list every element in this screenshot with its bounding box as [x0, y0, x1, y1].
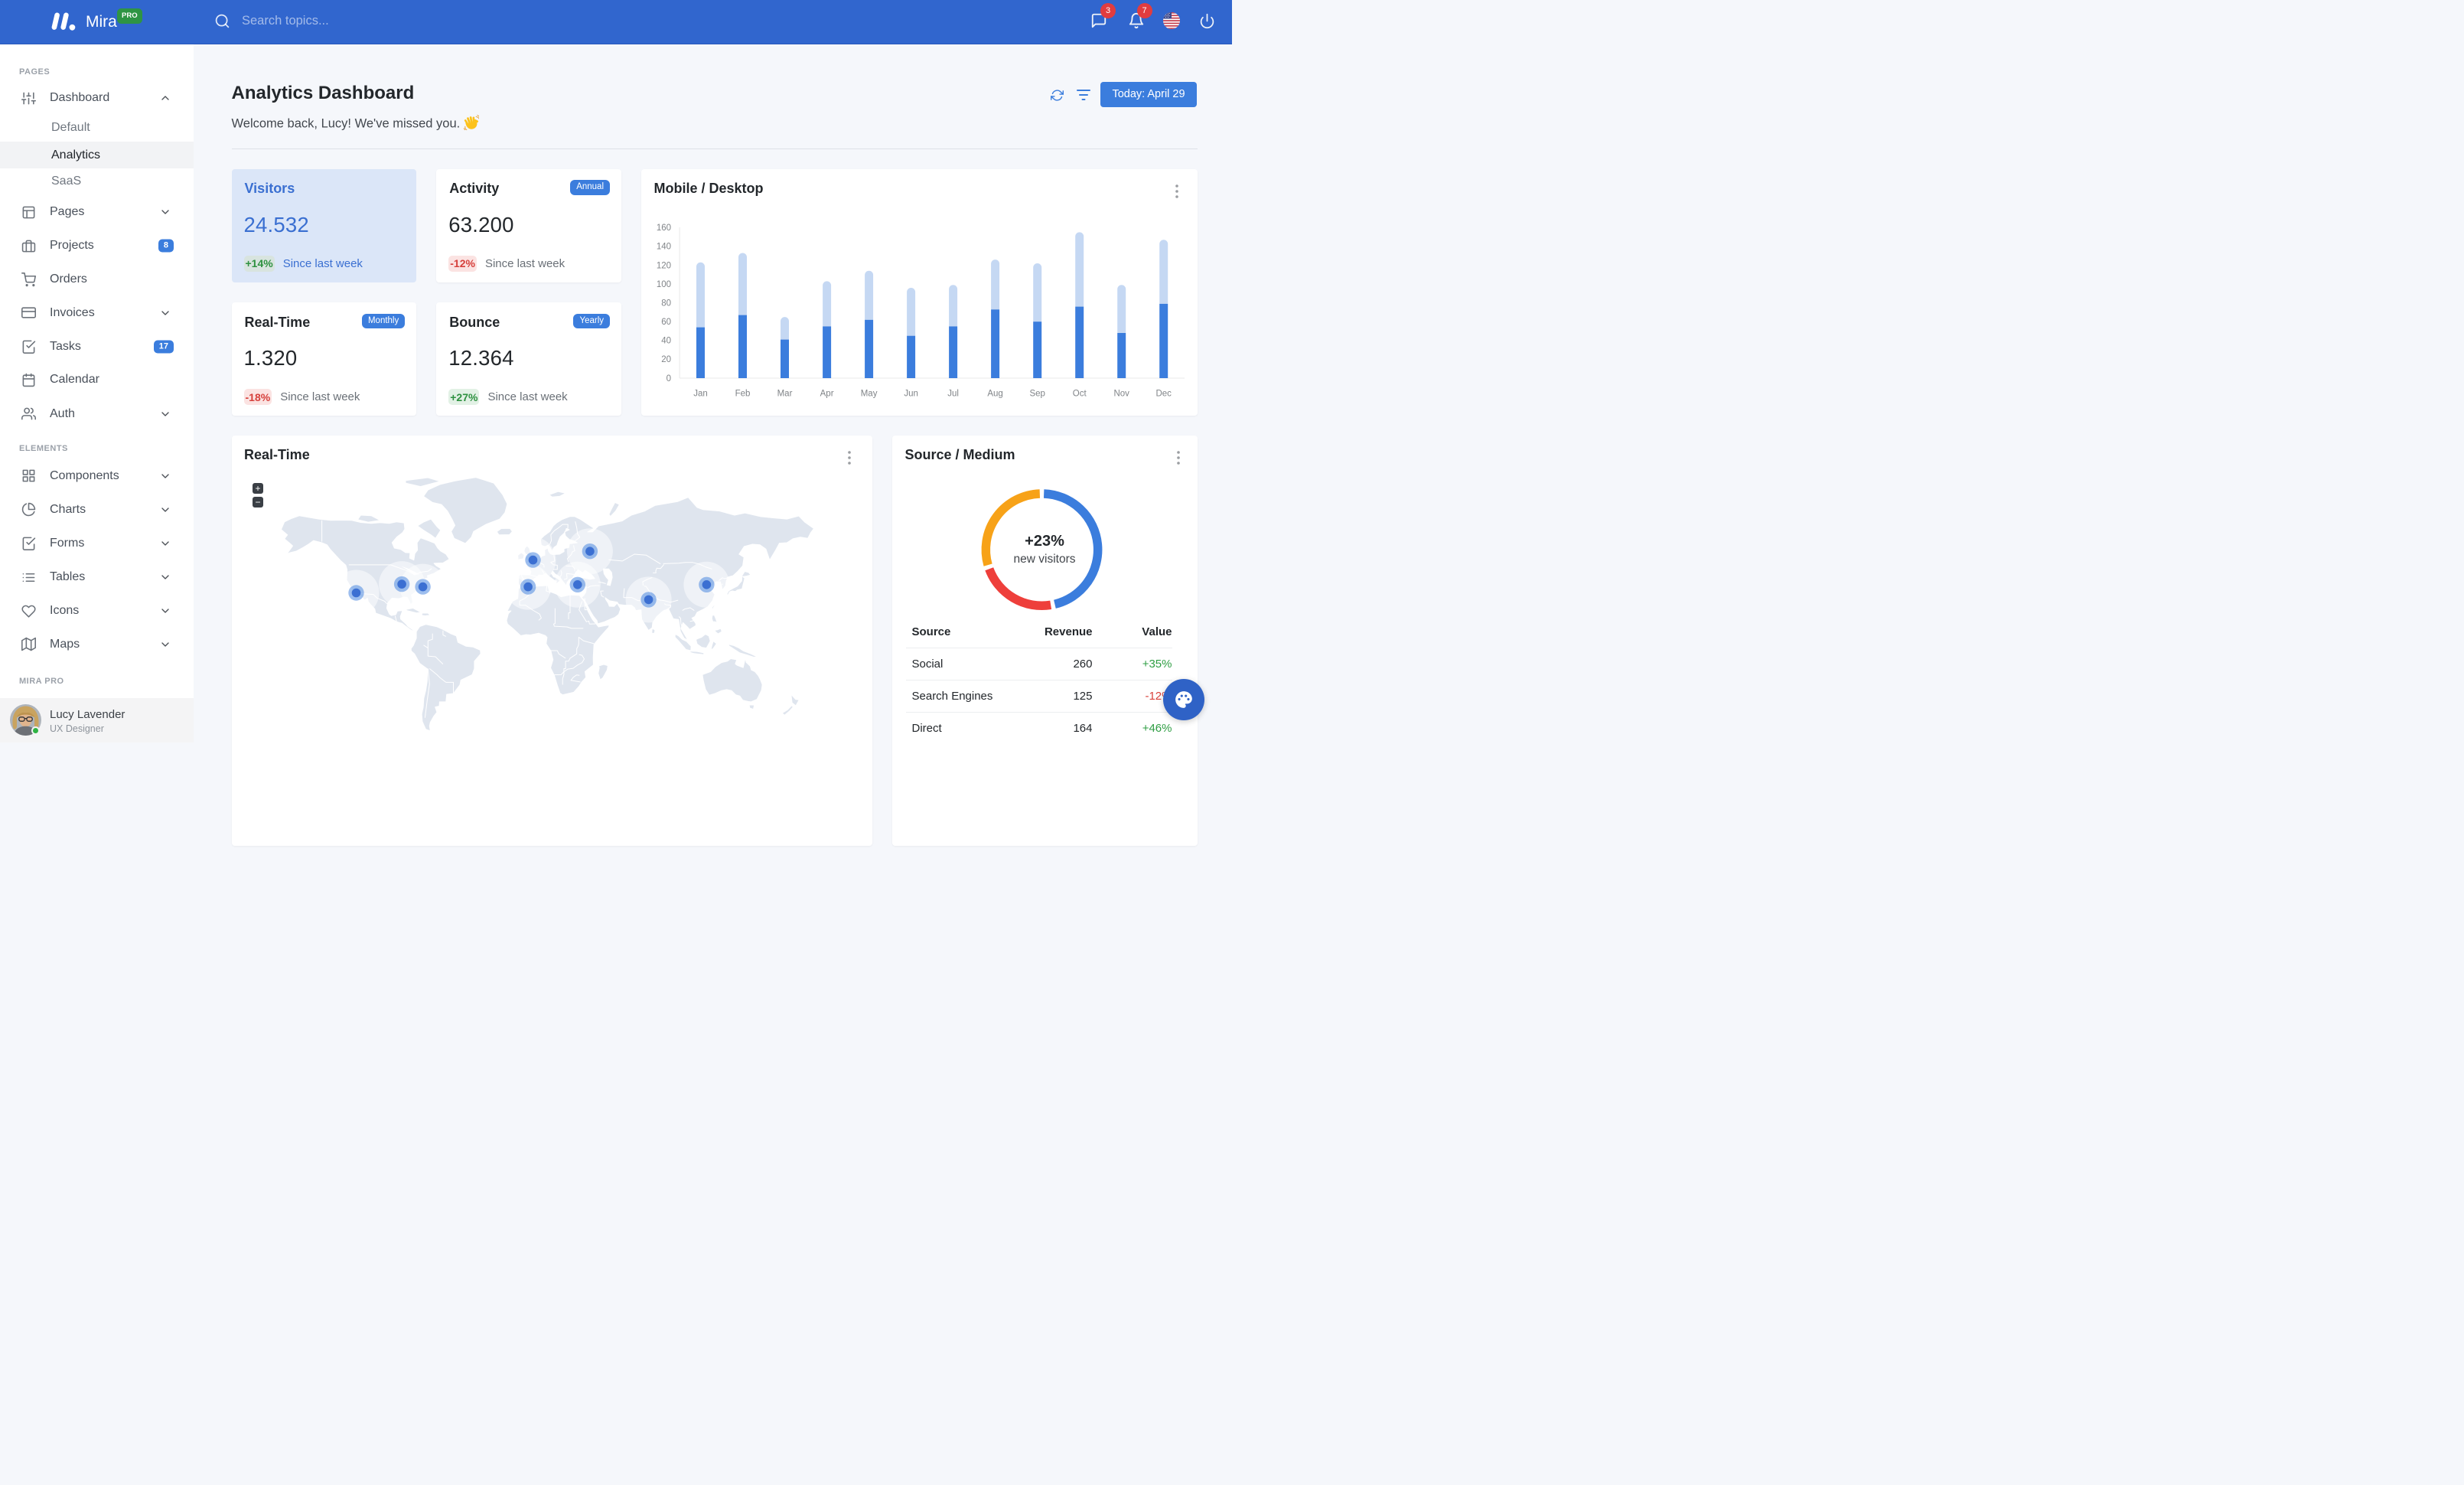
svg-text:100: 100	[656, 280, 670, 289]
svg-text:Feb: Feb	[735, 390, 750, 399]
svg-text:Oct: Oct	[1072, 390, 1087, 399]
svg-text:Dec: Dec	[1155, 390, 1172, 399]
svg-text:20: 20	[661, 355, 671, 364]
svg-text:Apr: Apr	[820, 390, 833, 399]
svg-text:0: 0	[666, 374, 670, 383]
svg-text:Jul: Jul	[947, 390, 959, 399]
svg-text:Aug: Aug	[987, 390, 1002, 399]
svg-text:40: 40	[661, 337, 671, 346]
svg-text:120: 120	[656, 261, 670, 270]
svg-text:140: 140	[656, 243, 670, 252]
svg-text:Mar: Mar	[777, 390, 792, 399]
svg-text:60: 60	[661, 318, 671, 327]
svg-text:May: May	[860, 390, 877, 399]
svg-text:Jan: Jan	[693, 390, 708, 399]
svg-text:Nov: Nov	[1113, 390, 1129, 399]
svg-text:160: 160	[656, 224, 670, 233]
svg-text:Jun: Jun	[904, 390, 918, 399]
svg-text:80: 80	[661, 299, 671, 308]
svg-text:Sep: Sep	[1029, 390, 1045, 399]
